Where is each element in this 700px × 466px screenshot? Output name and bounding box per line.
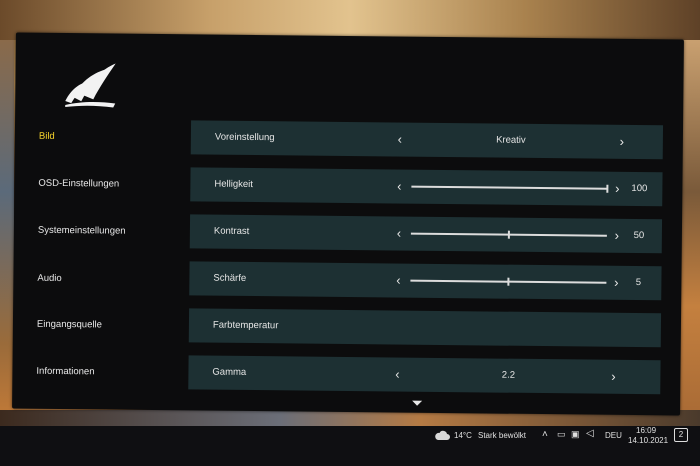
notification-icon[interactable]: 2: [674, 428, 688, 442]
sharpness-slider-thumb[interactable]: [507, 277, 510, 286]
brightness-row[interactable]: Helligkeit ‹ › 100: [190, 167, 663, 207]
chevron-up-icon[interactable]: ˄: [542, 429, 548, 440]
weather-temperature[interactable]: 14°C: [454, 431, 472, 440]
weather-condition[interactable]: Stark bewölkt: [478, 431, 526, 440]
language-indicator[interactable]: DEU: [605, 431, 622, 440]
sidebar-item-informationen[interactable]: Informationen: [36, 366, 94, 378]
gamma-value: 2.2: [501, 369, 516, 381]
contrast-value: 50: [633, 229, 645, 242]
brightness-right-arrow-icon[interactable]: ›: [610, 181, 624, 197]
sharpness-value: 5: [635, 277, 642, 289]
preset-left-arrow-icon[interactable]: ‹: [393, 131, 407, 147]
brightness-label: Helligkeit: [214, 178, 254, 191]
chevron-down-icon[interactable]: [412, 400, 423, 406]
sharpness-right-arrow-icon[interactable]: ›: [609, 275, 623, 291]
sharpness-label: Schärfe: [213, 272, 247, 284]
gamma-right-arrow-icon[interactable]: ›: [606, 369, 620, 385]
sidebar-item-audio[interactable]: Audio: [37, 273, 61, 284]
network-icon[interactable]: ▭: [557, 429, 566, 440]
contrast-row[interactable]: Kontrast ‹ › 50: [189, 214, 663, 254]
speaker-icon[interactable]: ◁: [586, 428, 594, 439]
sharpness-left-arrow-icon[interactable]: ‹: [391, 272, 405, 288]
sharpness-row[interactable]: Schärfe ‹ › 5: [189, 261, 662, 301]
gamma-left-arrow-icon[interactable]: ‹: [390, 366, 404, 382]
clock-date[interactable]: 14.10.2021: [628, 436, 668, 445]
brightness-slider-thumb[interactable]: [606, 184, 609, 193]
clock-time[interactable]: 16:09: [636, 426, 656, 435]
sidebar-item-systemeinstellungen[interactable]: Systemeinstellungen: [38, 225, 126, 237]
monitor-osd-menu: Bild OSD-Einstellungen Systemeinstellung…: [12, 32, 684, 416]
preset-right-arrow-icon[interactable]: ›: [615, 134, 629, 150]
contrast-slider[interactable]: [410, 230, 607, 239]
color-temperature-label: Farbtemperatur: [212, 319, 279, 332]
contrast-label: Kontrast: [213, 225, 250, 237]
preset-row[interactable]: Voreinstellung ‹ Kreativ ›: [190, 120, 664, 160]
contrast-slider-thumb[interactable]: [507, 230, 510, 239]
sidebar-item-osd-einstellungen[interactable]: OSD-Einstellungen: [38, 178, 119, 190]
preset-value: Kreativ: [496, 134, 526, 146]
cloud-icon: [435, 430, 450, 440]
sharpness-slider[interactable]: [410, 277, 607, 286]
contrast-right-arrow-icon[interactable]: ›: [610, 228, 624, 244]
gamma-row[interactable]: Gamma ‹ 2.2 ›: [188, 355, 661, 395]
brightness-left-arrow-icon[interactable]: ‹: [392, 178, 406, 194]
corsair-sails-logo: [65, 63, 116, 108]
color-temperature-row[interactable]: Farbtemperatur: [188, 308, 662, 348]
brightness-slider[interactable]: [411, 184, 609, 193]
brightness-value: 100: [631, 182, 648, 195]
gamma-label: Gamma: [212, 366, 247, 378]
contrast-left-arrow-icon[interactable]: ‹: [392, 225, 406, 241]
sidebar-item-eingangsquelle[interactable]: Eingangsquelle: [37, 319, 102, 331]
sidebar-item-bild[interactable]: Bild: [39, 131, 55, 142]
display-icon[interactable]: ▣: [571, 429, 580, 440]
taskbar: 14°C Stark bewölkt ˄ ▭ ▣ ◁ DEU 16:09 14.…: [0, 426, 700, 466]
preset-label: Voreinstellung: [214, 131, 275, 144]
